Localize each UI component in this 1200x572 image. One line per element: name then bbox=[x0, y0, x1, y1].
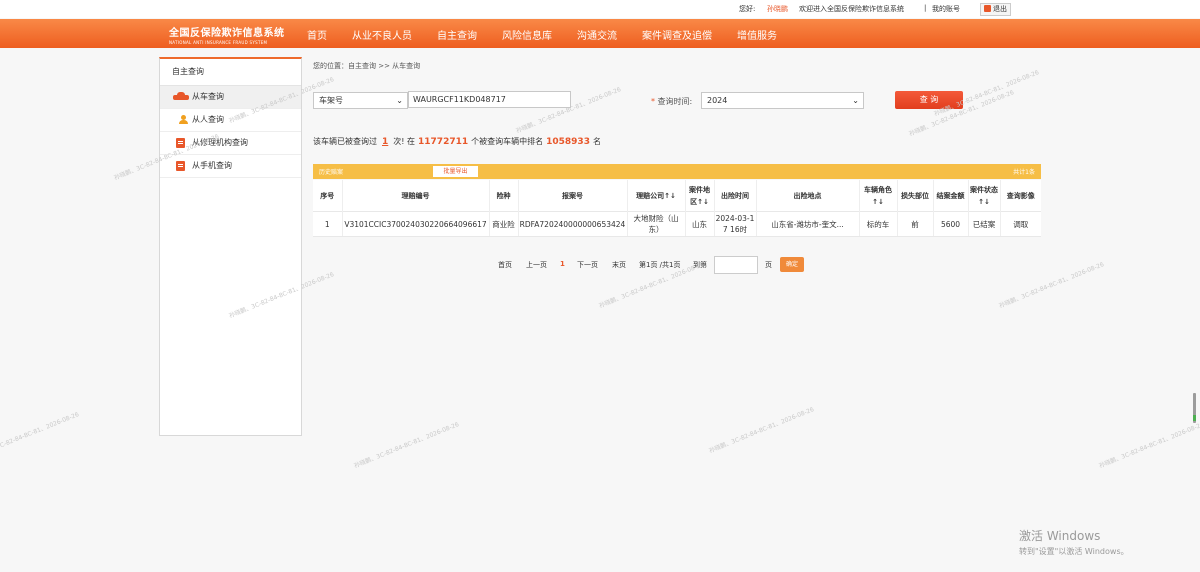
column-header: 报案号 bbox=[518, 180, 628, 212]
logout-icon bbox=[984, 5, 991, 12]
record-count: 共计1条 bbox=[1013, 169, 1035, 176]
sidebar-item-label: 从车查询 bbox=[192, 92, 224, 101]
query-time-value: 2024 bbox=[707, 96, 728, 105]
page-info: 第1页 /共1页 bbox=[639, 261, 681, 269]
history-claims-bar: 历史赔案 批量导出 共计1条 bbox=[313, 164, 1041, 179]
column-header: 出险时间 bbox=[714, 180, 757, 212]
report-number-cell: RDFA720240000000653424 bbox=[518, 211, 628, 237]
field-type-select[interactable]: 车架号 ⌄ bbox=[313, 92, 408, 109]
car-icon bbox=[173, 92, 189, 101]
first-page-link[interactable]: 首页 bbox=[498, 260, 512, 270]
last-page-link[interactable]: 末页 bbox=[612, 260, 626, 270]
claim-number-cell: V3101CCIC370024030220664096617 bbox=[342, 211, 490, 237]
stats-text-3: 个被查询车辆中排名 bbox=[471, 137, 544, 146]
logo-title: 全国反保险欺诈信息系统 bbox=[169, 28, 285, 39]
column-header-sortable[interactable]: 理赔公司↑↓ bbox=[627, 180, 686, 212]
watermark: 孙晓鹏、3C-82-84-8C-81、2026-08-26 bbox=[708, 406, 816, 455]
sidebar-title: 自主查询 bbox=[160, 59, 301, 86]
column-header: 结案金额 bbox=[933, 180, 969, 212]
total-vehicles: 11772711 bbox=[418, 137, 469, 147]
windows-activation-notice: 激活 Windows 转到"设置"以激活 Windows。 bbox=[1019, 527, 1129, 557]
watermark: 孙晓鹏、3C-82-84-8C-81、2026-08-26 bbox=[998, 261, 1106, 310]
query-stats: 该车辆已被查询过 1 次! 在 11772711 个被查询车辆中排名 1058933 名 bbox=[313, 136, 601, 147]
column-header: 序号 bbox=[313, 180, 343, 212]
table-cell: 山东省-潍坊市-奎文... bbox=[756, 211, 860, 237]
activation-subtitle: 转到"设置"以激活 Windows。 bbox=[1019, 547, 1129, 556]
table-cell: 5600 bbox=[933, 211, 969, 237]
table-cell: 1 bbox=[313, 211, 343, 237]
chevron-down-icon: ⌄ bbox=[396, 96, 403, 105]
watermark: 孙晓鹏、3C-82-84-8C-81、2026-08-26 bbox=[353, 421, 461, 470]
table-cell: 已结案 bbox=[968, 211, 1001, 237]
nav-communication[interactable]: 沟通交流 bbox=[577, 27, 617, 42]
current-user[interactable]: 孙晓鹏 bbox=[767, 4, 788, 14]
logo-subtitle: NATIONAL ANTI INSURANCE FRAUD SYSTEM bbox=[169, 40, 268, 45]
table-cell: 前 bbox=[897, 211, 934, 237]
document-icon bbox=[176, 161, 185, 171]
query-time-label-text: 查询时间: bbox=[657, 97, 693, 106]
activation-title: 激活 Windows bbox=[1019, 529, 1101, 543]
required-mark: * bbox=[651, 97, 655, 106]
goto-page-input[interactable] bbox=[714, 256, 758, 274]
batch-export-button[interactable]: 批量导出 bbox=[433, 166, 478, 177]
greeting-text: 您好: bbox=[739, 5, 756, 13]
logout-label: 退出 bbox=[993, 5, 1007, 13]
nav-case-investigation[interactable]: 案件调查及追偿 bbox=[642, 27, 712, 42]
history-title: 历史赔案 bbox=[319, 169, 344, 176]
field-type-value: 车架号 bbox=[319, 96, 343, 105]
goto-confirm-button[interactable]: 确定 bbox=[780, 257, 804, 272]
logout-button[interactable]: 退出 bbox=[980, 3, 1011, 16]
column-header-sortable[interactable]: 案件状态↑↓ bbox=[968, 180, 1001, 212]
top-bar: 您好: 孙晓鹏 欢迎进入全国反保险欺诈信息系统 | 我的账号 退出 bbox=[0, 0, 1200, 18]
column-header: 理赔编号 bbox=[342, 180, 490, 212]
column-header-sortable[interactable]: 车辆角色↑↓ bbox=[859, 180, 898, 212]
welcome-text: 欢迎进入全国反保险欺诈信息系统 bbox=[799, 5, 904, 13]
sidebar-item-label: 从手机查询 bbox=[192, 161, 232, 170]
query-count[interactable]: 1 bbox=[382, 137, 388, 147]
column-header: 险种 bbox=[489, 180, 519, 212]
watermark: 孙晓鹏、3C-82-84-8C-81、2026-08-26 bbox=[1098, 421, 1200, 470]
rank-value: 1058933 bbox=[546, 137, 590, 147]
next-page-link[interactable]: 下一页 bbox=[577, 260, 598, 270]
chevron-down-icon: ⌄ bbox=[852, 96, 859, 105]
breadcrumb: 您的位置：自主查询 >> 从车查询 bbox=[313, 62, 421, 70]
vin-input[interactable]: WAURGCF11KD048717 bbox=[408, 91, 571, 108]
table-cell: 山东 bbox=[685, 211, 715, 237]
stats-text-4: 名 bbox=[592, 137, 601, 146]
main-navbar: 全国反保险欺诈信息系统 NATIONAL ANTI INSURANCE FRAU… bbox=[0, 19, 1200, 48]
column-header: 查询影像 bbox=[1000, 180, 1041, 212]
page-unit: 页 bbox=[765, 261, 772, 269]
table-cell: 大地财险（山东） bbox=[627, 211, 686, 237]
table-cell: 2024-03-17 16时 bbox=[714, 211, 757, 237]
table-cell: 标的车 bbox=[859, 211, 898, 237]
table-header-row: 序号 理赔编号 险种 报案号 理赔公司↑↓ 案件地区↑↓ 出险时间 出险地点 车… bbox=[313, 180, 1041, 212]
top-divider: | bbox=[924, 4, 927, 12]
sidebar-item-phone-query[interactable]: 从手机查询 bbox=[160, 155, 301, 178]
column-header: 损失部位 bbox=[897, 180, 934, 212]
watermark: 孙晓鹏、3C-82-84-8C-81、2026-08-26 bbox=[0, 411, 81, 460]
stats-text-2: 次! 在 bbox=[393, 137, 416, 146]
nav-value-added[interactable]: 增值服务 bbox=[737, 27, 777, 42]
nav-risk-database[interactable]: 风险信息库 bbox=[502, 27, 552, 42]
prev-page-link[interactable]: 上一页 bbox=[526, 260, 547, 270]
nav-self-query[interactable]: 自主查询 bbox=[437, 27, 477, 42]
claims-table: 序号 理赔编号 险种 报案号 理赔公司↑↓ 案件地区↑↓ 出险时间 出险地点 车… bbox=[313, 180, 1041, 237]
my-account-link[interactable]: 我的账号 bbox=[932, 4, 960, 14]
column-header: 出险地点 bbox=[756, 180, 860, 212]
sidebar-item-label: 从人查询 bbox=[192, 115, 224, 124]
stats-text-1: 该车辆已被查询过 bbox=[313, 137, 377, 146]
retrieve-images-link[interactable]: 调取 bbox=[1000, 211, 1041, 237]
person-icon bbox=[179, 115, 189, 124]
table-row: 1 V3101CCIC370024030220664096617 商业险 RDF… bbox=[313, 211, 1041, 237]
side-scroll-indicator[interactable] bbox=[1193, 393, 1196, 423]
nav-home[interactable]: 首页 bbox=[307, 27, 327, 42]
column-header-sortable[interactable]: 案件地区↑↓ bbox=[685, 180, 715, 212]
system-logo[interactable]: 全国反保险欺诈信息系统 NATIONAL ANTI INSURANCE FRAU… bbox=[169, 24, 285, 45]
current-page[interactable]: 1 bbox=[560, 260, 565, 268]
nav-bad-practitioners[interactable]: 从业不良人员 bbox=[352, 27, 412, 42]
query-time-select[interactable]: 2024 ⌄ bbox=[701, 92, 864, 109]
query-time-label: * 查询时间: bbox=[651, 96, 692, 107]
table-cell: 商业险 bbox=[489, 211, 519, 237]
